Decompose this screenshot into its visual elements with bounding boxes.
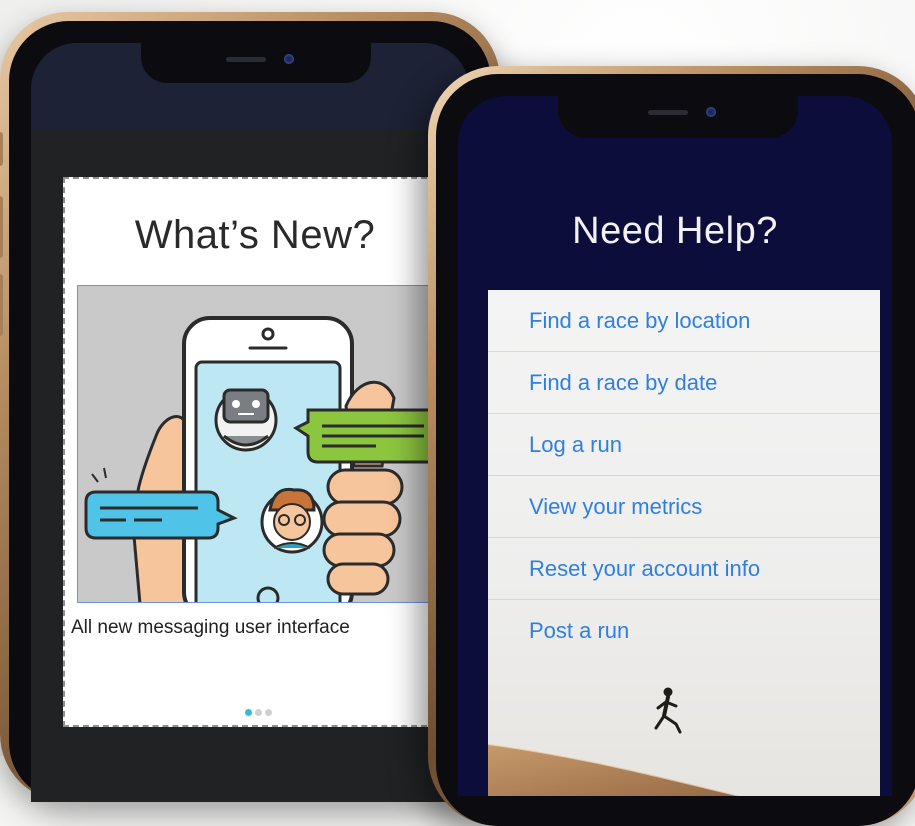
help-menu: Find a race by location Find a race by d… bbox=[488, 290, 880, 796]
phone-screen: Need Help? Find a race by location Find … bbox=[458, 96, 892, 796]
chat-bubble-green bbox=[293, 408, 440, 464]
side-button bbox=[0, 196, 3, 258]
help-item-find-race-date[interactable]: Find a race by date bbox=[488, 352, 880, 414]
dialog-title: What’s New? bbox=[134, 213, 376, 257]
illustration-graphic bbox=[84, 316, 446, 602]
man-avatar-icon bbox=[260, 487, 324, 554]
phone-screen: What’s New? All new messaging user inter… bbox=[31, 43, 469, 802]
front-camera-icon bbox=[706, 107, 716, 117]
chat-bubble-blue bbox=[84, 490, 238, 540]
page-dot[interactable] bbox=[255, 709, 262, 716]
help-item-reset-account[interactable]: Reset your account info bbox=[488, 538, 880, 600]
help-item-log-run[interactable]: Log a run bbox=[488, 414, 880, 476]
page-indicator bbox=[245, 703, 275, 716]
runner-silhouette-icon bbox=[654, 687, 682, 734]
phone-chat-illustration bbox=[77, 285, 447, 603]
help-item-post-run[interactable]: Post a run bbox=[488, 600, 880, 662]
phone-whats-new: What’s New? All new messaging user inter… bbox=[0, 12, 500, 802]
side-button bbox=[0, 274, 3, 336]
phone-bezel: Need Help? Find a race by location Find … bbox=[436, 74, 915, 826]
whats-new-dialog: What’s New? All new messaging user inter… bbox=[63, 177, 447, 727]
phone-notch bbox=[141, 43, 371, 83]
speaker-grille bbox=[226, 57, 266, 62]
phone-bezel: What’s New? All new messaging user inter… bbox=[9, 21, 491, 802]
help-title: Need Help? bbox=[572, 210, 778, 252]
hill-runner-photo bbox=[488, 687, 745, 796]
phone-notch bbox=[558, 96, 798, 138]
page-dot-active[interactable] bbox=[245, 709, 252, 716]
robot-avatar-icon bbox=[214, 388, 278, 452]
page-dot[interactable] bbox=[265, 709, 272, 716]
side-button bbox=[0, 132, 3, 166]
phone-need-help: Need Help? Find a race by location Find … bbox=[428, 66, 915, 826]
help-item-view-metrics[interactable]: View your metrics bbox=[488, 476, 880, 538]
help-item-find-race-location[interactable]: Find a race by location bbox=[488, 290, 880, 352]
front-camera-icon bbox=[284, 54, 294, 64]
dialog-caption: All new messaging user interface bbox=[71, 617, 350, 638]
speaker-grille bbox=[648, 110, 688, 115]
